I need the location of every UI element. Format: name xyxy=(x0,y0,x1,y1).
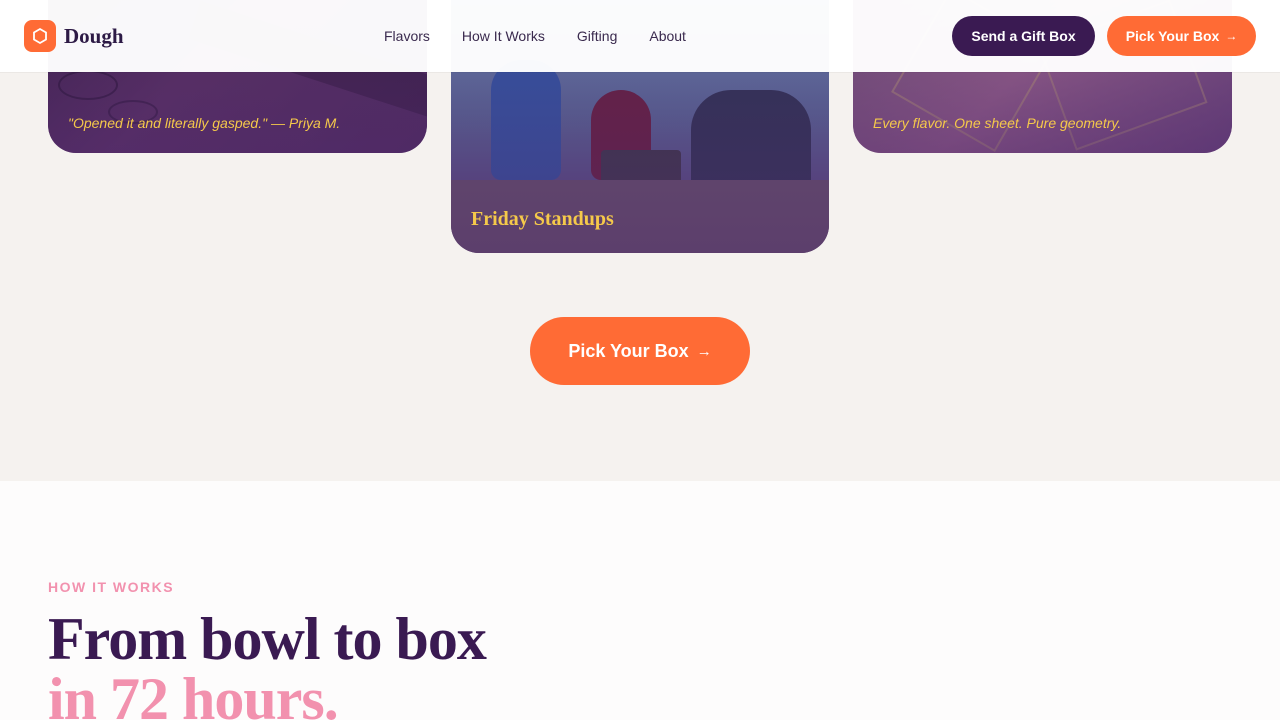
gallery-section: "Opened it and literally gasped." — Priy… xyxy=(0,0,1280,481)
send-gift-box-button[interactable]: Send a Gift Box xyxy=(952,16,1095,56)
nav-item-gifting[interactable]: Gifting xyxy=(577,28,617,44)
nav-item-about[interactable]: About xyxy=(649,28,686,44)
headline-line-2: in 72 hours. xyxy=(48,666,339,720)
main-nav: Flavors How It Works Gifting About xyxy=(384,28,686,44)
cta-label: Pick Your Box xyxy=(568,340,689,361)
arrow-right-icon: → xyxy=(1225,29,1238,43)
arrow-right-icon: → xyxy=(696,342,712,360)
hexagon-icon xyxy=(24,20,56,52)
section-eyebrow: HOW IT WORKS xyxy=(48,579,175,595)
standups-caption: Friday Standups xyxy=(471,208,614,230)
headline-line-1: From bowl to box xyxy=(48,606,487,672)
geometry-caption: Every flavor. One sheet. Pure geometry. xyxy=(873,115,1122,131)
nav-item-how-it-works[interactable]: How It Works xyxy=(462,28,545,44)
nav-item-flavors[interactable]: Flavors xyxy=(384,28,430,44)
how-it-works-section: HOW IT WORKS From bowl to box in 72 hour… xyxy=(0,481,1280,720)
pick-your-box-cta[interactable]: Pick Your Box → xyxy=(530,317,750,385)
pick-box-label: Pick Your Box xyxy=(1125,28,1220,44)
testimonial-caption: "Opened it and literally gasped." — Priy… xyxy=(68,115,341,131)
brand-name: Dough xyxy=(64,23,124,48)
brand-logo[interactable]: Dough xyxy=(24,20,124,52)
pick-your-box-button[interactable]: Pick Your Box → xyxy=(1107,16,1256,56)
section-headline: From bowl to box in 72 hours. xyxy=(48,606,487,720)
site-header: Dough Flavors How It Works Gifting About… xyxy=(0,0,1280,72)
